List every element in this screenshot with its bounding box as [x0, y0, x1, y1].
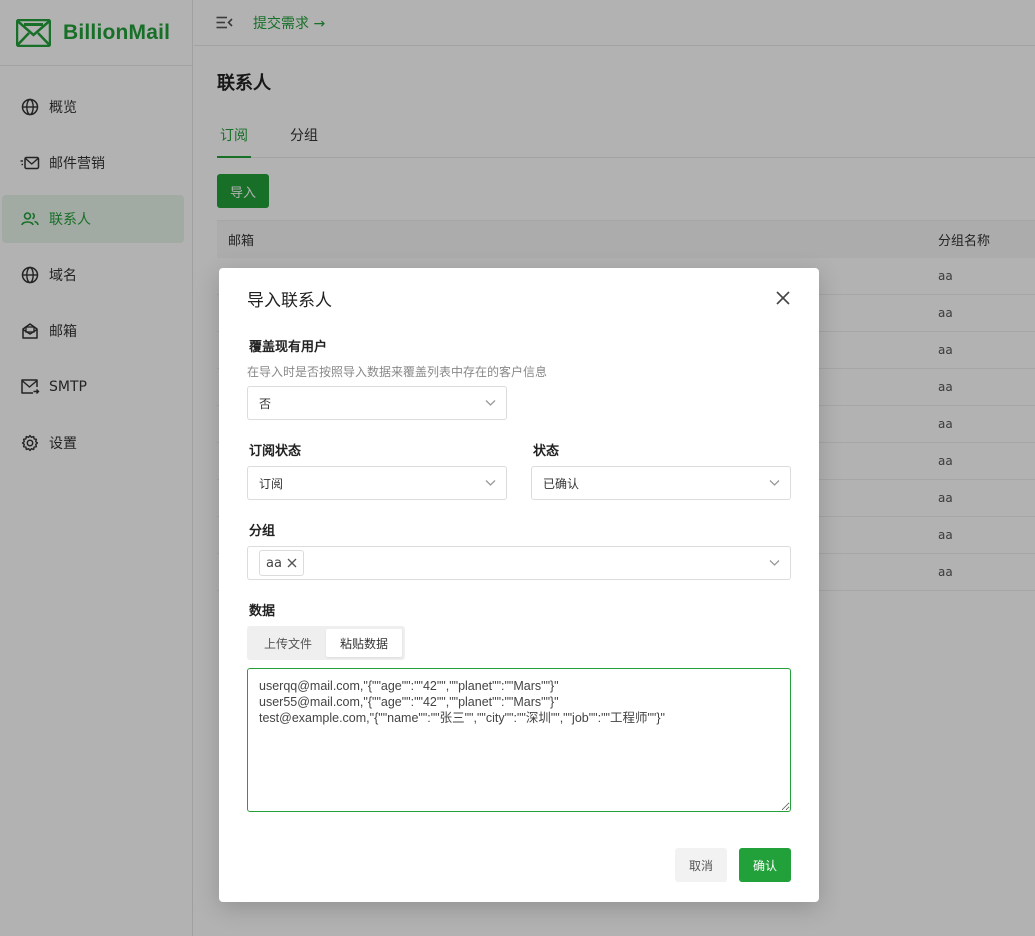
chevron-down-icon	[485, 400, 496, 406]
cancel-button[interactable]: 取消	[675, 848, 727, 882]
tab-paste-data[interactable]: 粘贴数据	[326, 629, 403, 657]
data-source-switch: 上传文件 粘贴数据	[247, 626, 406, 660]
dialog-title: 导入联系人	[247, 291, 332, 311]
overwrite-label: 覆盖现有用户	[249, 340, 328, 355]
subscription-status-label: 订阅状态	[249, 444, 302, 459]
confirm-button[interactable]: 确认	[739, 848, 791, 882]
group-label: 分组	[249, 524, 276, 539]
group-tag-label: aa	[266, 555, 282, 571]
chevron-down-icon	[769, 480, 780, 486]
status-label: 状态	[533, 444, 560, 459]
overwrite-value: 否	[259, 396, 272, 411]
status-value: 已确认	[543, 476, 580, 491]
status-select[interactable]: 已确认	[531, 466, 791, 500]
close-icon[interactable]	[775, 290, 791, 306]
group-select[interactable]: aa	[247, 546, 791, 580]
chevron-down-icon	[769, 560, 780, 566]
tab-upload-file[interactable]: 上传文件	[250, 629, 326, 657]
remove-tag-icon[interactable]	[287, 558, 297, 568]
import-contacts-dialog: 导入联系人 覆盖现有用户 在导入时是否按照导入数据来覆盖列表中存在的客户信息 否…	[219, 268, 819, 902]
paste-data-textarea[interactable]: userqq@mail.com,"{""age"":""42"",""plane…	[247, 668, 791, 812]
overwrite-select[interactable]: 否	[247, 386, 507, 420]
overwrite-hint: 在导入时是否按照导入数据来覆盖列表中存在的客户信息	[247, 365, 548, 379]
subscription-status-select[interactable]: 订阅	[247, 466, 507, 500]
data-label: 数据	[249, 604, 276, 619]
group-tag: aa	[259, 550, 304, 576]
subscription-status-value: 订阅	[259, 476, 284, 491]
chevron-down-icon	[485, 480, 496, 486]
